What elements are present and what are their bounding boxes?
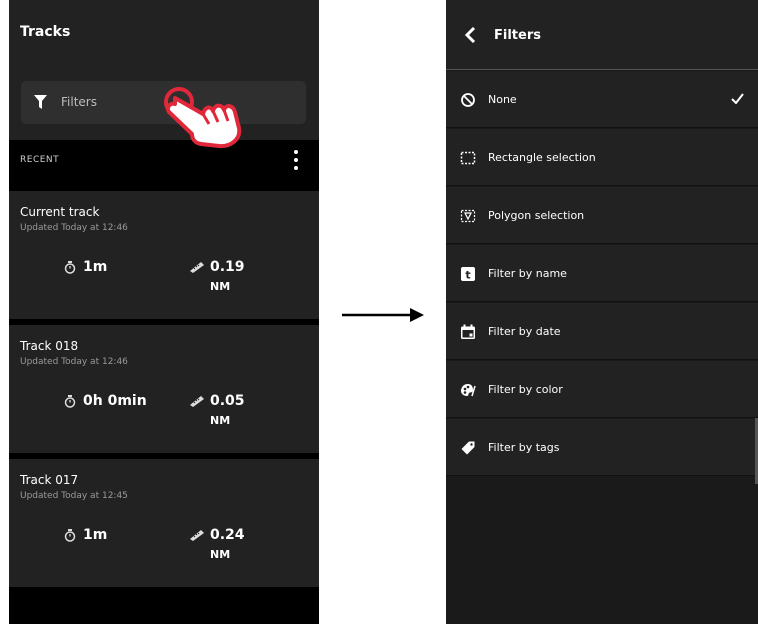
filter-option-label: Rectangle selection	[488, 151, 596, 164]
track-duration: 1m	[83, 527, 108, 543]
track-distance: 0.19	[210, 259, 245, 275]
page-title: Filters	[494, 28, 541, 43]
track-duration: 0h 0min	[83, 393, 147, 409]
tap-hand-icon	[164, 87, 242, 149]
tracks-screen: Tracks Filters RECENT Current track Upda…	[9, 0, 319, 624]
more-options-icon[interactable]	[293, 150, 299, 172]
filter-option-polygon[interactable]: Polygon selection	[446, 187, 758, 244]
track-distance-unit: NM	[210, 414, 231, 427]
rectangle-selection-icon	[460, 151, 476, 165]
page-title: Tracks	[20, 24, 71, 40]
filter-option-none[interactable]: None	[446, 71, 758, 128]
track-name: Current track	[20, 205, 100, 219]
filter-option-color[interactable]: Filter by color	[446, 361, 758, 418]
filter-option-name[interactable]: t Filter by name	[446, 245, 758, 302]
track-updated: Updated Today at 12:45	[20, 491, 128, 501]
tag-icon	[461, 441, 475, 455]
filters-screen: Filters None Rectangle selection Polygon…	[446, 0, 758, 624]
filters-button-label: Filters	[61, 95, 97, 109]
stopwatch-icon	[64, 529, 76, 542]
track-name: Track 017	[20, 473, 79, 487]
track-name: Track 018	[20, 339, 79, 353]
text-icon: t	[461, 267, 475, 282]
back-chevron-icon[interactable]	[464, 27, 476, 43]
track-card[interactable]: Current track Updated Today at 12:46 1m …	[9, 191, 319, 319]
stopwatch-icon	[64, 395, 76, 408]
track-card[interactable]: Track 017 Updated Today at 12:45 1m 0.24…	[9, 459, 319, 587]
track-distance: 0.24	[210, 527, 245, 543]
no-symbol-icon	[461, 93, 475, 107]
filter-option-label: Polygon selection	[488, 209, 585, 222]
stopwatch-icon	[64, 261, 76, 274]
filter-option-label: Filter by color	[488, 383, 563, 396]
ruler-icon	[190, 262, 204, 273]
checkmark-icon	[731, 93, 744, 104]
filter-option-label: Filter by name	[488, 267, 567, 280]
filter-option-rectangle[interactable]: Rectangle selection	[446, 129, 758, 186]
ruler-icon	[190, 530, 204, 541]
track-distance: 0.05	[210, 393, 245, 409]
track-distance-unit: NM	[210, 548, 231, 561]
filter-option-label: Filter by tags	[488, 441, 560, 454]
track-distance-unit: NM	[210, 280, 231, 293]
calendar-icon	[461, 324, 475, 339]
recent-label: RECENT	[20, 155, 60, 165]
polygon-selection-icon	[460, 209, 476, 223]
track-card[interactable]: Track 018 Updated Today at 12:46 0h 0min…	[9, 325, 319, 453]
filters-header: Filters	[446, 0, 758, 70]
track-duration: 1m	[83, 259, 108, 275]
track-updated: Updated Today at 12:46	[20, 357, 128, 367]
funnel-icon	[34, 95, 47, 109]
track-updated: Updated Today at 12:46	[20, 223, 128, 233]
palette-icon	[461, 384, 476, 397]
transition-arrow-icon	[342, 308, 424, 322]
filter-option-label: Filter by date	[488, 325, 561, 338]
ruler-icon	[190, 396, 204, 407]
svg-text:t: t	[465, 269, 470, 282]
filter-option-label: None	[488, 93, 517, 106]
filter-option-tags[interactable]: Filter by tags	[446, 419, 758, 476]
filter-option-date[interactable]: Filter by date	[446, 303, 758, 360]
